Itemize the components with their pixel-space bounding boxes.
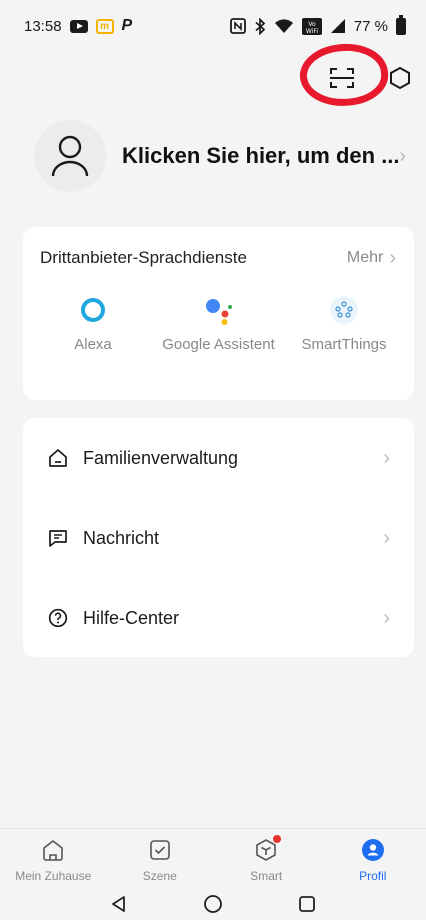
back-button[interactable] <box>107 892 131 916</box>
home-icon <box>40 837 66 863</box>
menu-item-family[interactable]: Familienverwaltung › <box>23 418 414 498</box>
home-circle-icon <box>204 895 222 913</box>
signal-icon <box>330 18 346 34</box>
voice-item-label: Alexa <box>74 336 112 353</box>
profile-row[interactable]: Klicken Sie hier, um den ... › <box>34 118 406 194</box>
more-label: Mehr <box>346 249 384 266</box>
vowifi-icon: Vo WiFi <box>301 17 322 35</box>
chevron-right-icon: › <box>383 526 390 549</box>
tab-profile[interactable]: Profil <box>320 829 426 886</box>
status-left: 13:58 m P <box>24 17 132 35</box>
voice-item-label: Google Assistent <box>162 336 275 353</box>
top-actions <box>297 39 414 111</box>
status-right: Vo WiFi 77 % <box>229 14 406 35</box>
tab-smart[interactable]: Smart <box>213 829 320 886</box>
settings-hex-icon <box>390 66 410 90</box>
cube-icon <box>253 835 282 863</box>
svg-text:Vo: Vo <box>308 21 316 28</box>
settings-hex-button[interactable] <box>386 64 414 92</box>
profile-name[interactable]: Klicken Sie hier, um den ... <box>122 143 399 169</box>
scan-icon <box>330 68 354 88</box>
system-nav-bar <box>0 888 426 920</box>
menu-item-label: Hilfe-Center <box>83 607 180 628</box>
help-icon <box>47 607 69 629</box>
menu-item-label: Familienverwaltung <box>83 447 239 468</box>
google-assistant-icon <box>204 295 234 325</box>
message-icon <box>47 527 69 549</box>
chevron-right-icon: › <box>383 606 390 629</box>
profile-icon <box>360 837 386 863</box>
scan-button[interactable] <box>297 39 391 111</box>
voice-services-header: Drittanbieter-Sprachdienste Mehr › <box>23 227 414 289</box>
menu-item-message[interactable]: Nachricht › <box>23 498 414 578</box>
more-button[interactable]: Mehr › <box>347 247 396 270</box>
svg-text:WiFi: WiFi <box>306 28 318 35</box>
tab-label: Profil <box>359 869 387 883</box>
menu-card: Familienverwaltung › Nachricht › Hilfe-C… <box>23 418 414 657</box>
wifi-icon <box>274 18 294 34</box>
recents-square-icon <box>299 896 315 912</box>
user-icon <box>51 135 89 177</box>
checkbox-icon <box>147 837 173 863</box>
tab-scene[interactable]: Szene <box>107 829 214 886</box>
voice-item-google-assistant[interactable]: Google Assistent <box>159 295 279 354</box>
paypal-icon: P <box>121 17 133 34</box>
status-time: 13:58 <box>24 17 62 35</box>
chevron-right-icon: › <box>383 446 390 469</box>
avatar[interactable] <box>34 120 106 192</box>
voice-item-alexa[interactable]: Alexa <box>33 295 153 354</box>
nfc-icon <box>229 18 246 34</box>
voice-item-smartthings[interactable]: SmartThings <box>284 295 404 354</box>
back-triangle-icon <box>112 896 125 912</box>
bluetooth-icon <box>254 17 266 35</box>
bottom-tab-bar: Mein Zuhause Szene Smart Profil <box>0 828 426 886</box>
smartthings-icon <box>329 295 359 325</box>
home-icon <box>47 447 69 469</box>
chevron-right-icon: › <box>389 246 396 269</box>
tab-label: Mein Zuhause <box>15 869 92 883</box>
voice-services-list: Alexa Google Assistent SmartThings <box>23 295 414 354</box>
voice-item-label: SmartThings <box>301 336 387 353</box>
recents-button[interactable] <box>295 892 319 916</box>
alexa-icon <box>78 295 108 325</box>
voice-services-card: Drittanbieter-Sprachdienste Mehr › Alexa… <box>23 227 414 400</box>
battery-icon <box>396 14 406 35</box>
tab-my-home[interactable]: Mein Zuhause <box>0 829 107 886</box>
home-nav-button[interactable] <box>201 892 225 916</box>
mcdonalds-icon: m <box>95 18 114 34</box>
youtube-icon <box>69 19 88 33</box>
chevron-right-icon: › <box>399 144 406 167</box>
menu-item-help[interactable]: Hilfe-Center › <box>23 578 414 658</box>
tab-label: Szene <box>142 869 177 883</box>
battery-percent: 77 % <box>353 17 388 35</box>
tab-label: Smart <box>250 869 283 883</box>
status-bar: 13:58 m P Vo WiFi 77 % <box>0 0 426 52</box>
voice-services-title: Drittanbieter-Sprachdienste <box>40 248 247 267</box>
notification-badge <box>273 835 282 843</box>
menu-item-label: Nachricht <box>83 527 160 548</box>
